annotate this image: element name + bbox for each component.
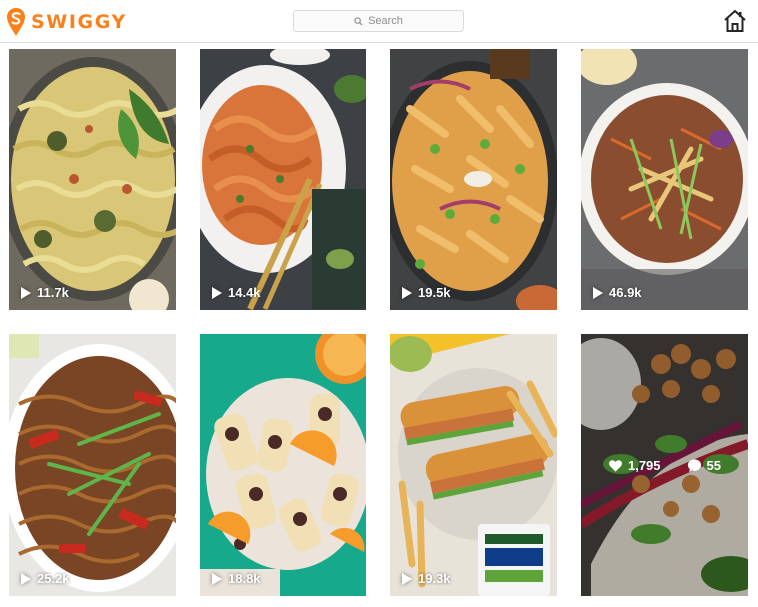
view-count-value: 11.7k [37, 285, 69, 300]
post-tile[interactable]: 19.5k [390, 49, 557, 310]
post-tile[interactable]: 25.2k [9, 334, 176, 596]
brand-logo[interactable]: SWIGGY [6, 6, 127, 38]
likes-stat: 1,795 [608, 458, 661, 473]
post-tile[interactable]: 46.9k [581, 49, 748, 310]
view-count-value: 19.3k [418, 571, 451, 586]
home-icon[interactable] [722, 8, 748, 34]
post-tile[interactable]: 19.3k [390, 334, 557, 596]
post-image [9, 334, 176, 596]
play-icon [212, 286, 222, 299]
play-icon [402, 286, 412, 299]
post-image [200, 49, 366, 310]
search-input[interactable]: Search [293, 10, 464, 32]
comments-stat: 55 [687, 458, 721, 473]
post-image [390, 334, 557, 596]
heart-icon [609, 459, 622, 472]
view-count: 46.9k [593, 285, 642, 300]
play-icon [21, 572, 31, 585]
view-count-value: 25.2k [37, 571, 70, 586]
post-grid: 11.7k 14.4k 19.5k 46.9k 25.2k 18.8k 19.3… [0, 43, 758, 607]
view-count-value: 14.4k [228, 285, 261, 300]
top-navigation-bar: SWIGGY Search [0, 0, 758, 43]
search-icon [354, 16, 363, 26]
post-tile[interactable]: 11.7k [9, 49, 176, 310]
view-count: 11.7k [21, 285, 69, 300]
view-count: 19.3k [402, 571, 451, 586]
likes-count: 1,795 [627, 457, 661, 473]
post-hover-overlay: 1,795 55 [581, 334, 748, 596]
view-count: 19.5k [402, 285, 451, 300]
view-count: 14.4k [212, 285, 261, 300]
view-count-value: 19.5k [418, 285, 451, 300]
view-count-value: 18.8k [228, 571, 261, 586]
brand-name: SWIGGY [31, 11, 127, 33]
post-image [9, 49, 176, 310]
comment-icon [687, 458, 701, 472]
comments-count: 55 [706, 457, 721, 473]
play-icon [593, 286, 603, 299]
search-placeholder: Search [368, 15, 403, 27]
play-icon [402, 572, 412, 585]
post-image [200, 334, 366, 596]
post-image [581, 49, 748, 310]
post-tile[interactable]: 1,795 55 [581, 334, 748, 596]
swiggy-logo-icon [7, 8, 25, 36]
view-count: 25.2k [21, 571, 70, 586]
view-count-value: 46.9k [609, 285, 642, 300]
view-count: 18.8k [212, 571, 261, 586]
post-tile[interactable]: 14.4k [200, 49, 366, 310]
play-icon [21, 286, 31, 299]
play-icon [212, 572, 222, 585]
post-tile[interactable]: 18.8k [200, 334, 366, 596]
post-image [390, 49, 557, 310]
